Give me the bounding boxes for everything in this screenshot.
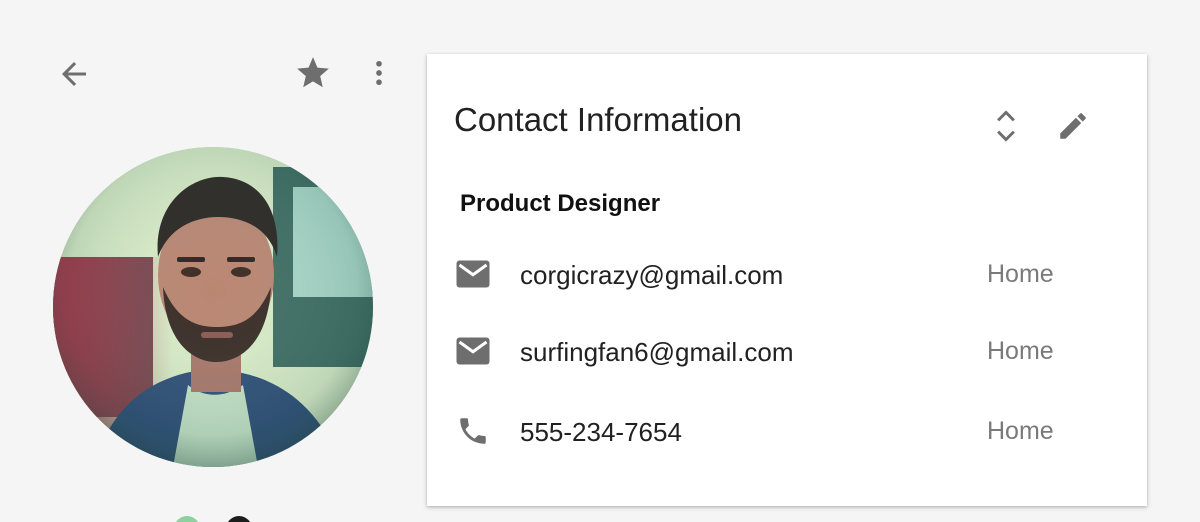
email-value: surfingfan6@gmail.com — [520, 337, 794, 367]
more-options-button[interactable] — [362, 52, 396, 94]
edit-button[interactable] — [1053, 106, 1093, 146]
email-value: corgicrazy@gmail.com — [520, 260, 784, 290]
job-title: Product Designer — [460, 190, 661, 217]
avatar[interactable] — [53, 147, 373, 467]
contact-photo — [53, 147, 373, 467]
status-indicator — [174, 516, 200, 522]
phone-value: 555-234-7654 — [520, 417, 682, 447]
favorite-button[interactable] — [292, 52, 334, 94]
contact-row-email-2[interactable]: surfingfan6@gmail.com Home — [427, 321, 1147, 381]
phone-icon — [455, 415, 491, 447]
arrow-back-icon — [62, 62, 86, 86]
email-type: Home — [987, 260, 1054, 288]
expand-collapse-button[interactable] — [989, 106, 1023, 146]
email-type: Home — [987, 337, 1054, 365]
unfold-more-icon — [997, 110, 1015, 142]
email-icon — [455, 335, 491, 367]
contact-information-card: Contact Information Product Designer cor… — [427, 54, 1147, 506]
email-icon — [455, 258, 491, 290]
phone-type: Home — [987, 417, 1054, 445]
contact-row-phone[interactable]: 555-234-7654 Home — [427, 401, 1147, 461]
star-icon — [297, 57, 329, 88]
edit-pencil-icon — [1060, 113, 1086, 139]
card-title: Contact Information — [454, 101, 742, 138]
contact-detail-screen: Contact Information Product Designer cor… — [0, 0, 1200, 522]
contact-row-email-1[interactable]: corgicrazy@gmail.com Home — [427, 244, 1147, 304]
back-button[interactable] — [52, 54, 96, 94]
secondary-indicator — [226, 516, 252, 522]
more-vert-icon — [376, 60, 382, 86]
